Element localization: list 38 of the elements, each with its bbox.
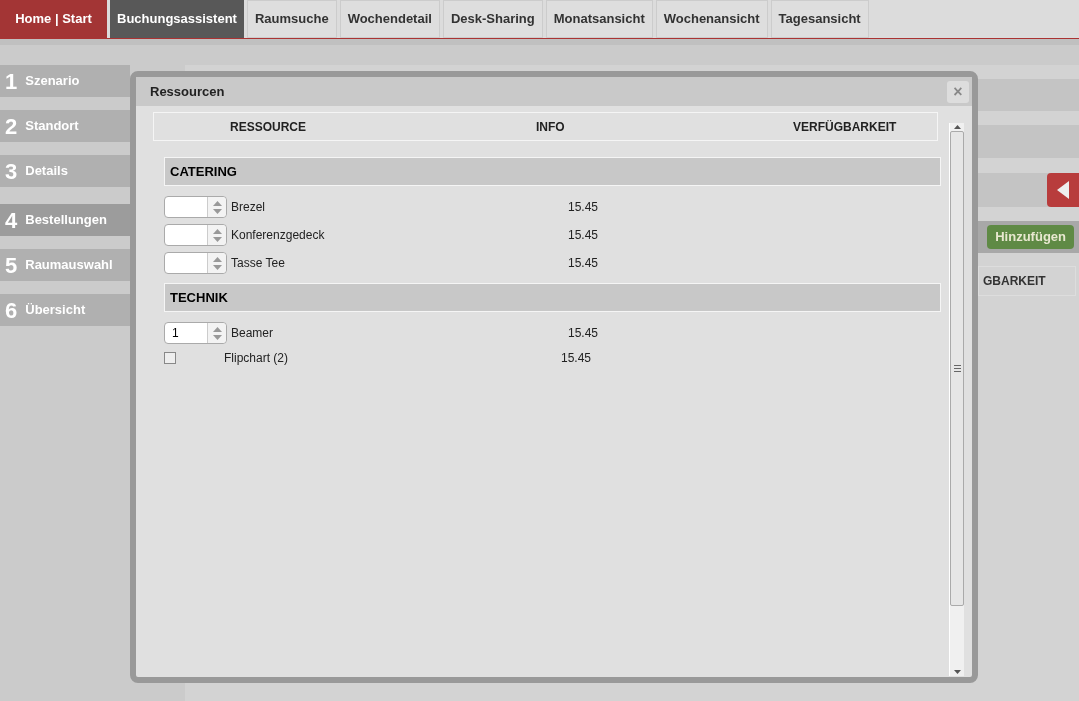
nav-tab[interactable]: Buchungsassistent bbox=[110, 0, 244, 38]
down-arrow-icon[interactable] bbox=[953, 668, 961, 676]
resource-info: 15.45 bbox=[568, 325, 599, 342]
number-spinner[interactable] bbox=[164, 196, 227, 218]
nav-tab[interactable]: Wochenansicht bbox=[655, 0, 768, 38]
column-header: GBARKEIT bbox=[983, 273, 1046, 290]
back-button[interactable] bbox=[1047, 173, 1079, 207]
number-spinner[interactable] bbox=[164, 252, 227, 274]
resource-name: Konferenzgedeck bbox=[231, 227, 326, 244]
up-arrow-icon[interactable] bbox=[953, 123, 961, 131]
quantity-field[interactable]: 1 bbox=[165, 323, 207, 343]
column-header: VERFÜGBARKEIT bbox=[793, 118, 897, 136]
group-title: CATERING bbox=[170, 162, 237, 181]
nav-tab[interactable]: Wochendetail bbox=[339, 0, 440, 38]
number-spinner[interactable]: 1 bbox=[164, 322, 227, 344]
resource-name: Beamer bbox=[231, 325, 275, 342]
dialog-title: Ressourcen bbox=[150, 82, 225, 101]
group-title: TECHNIK bbox=[170, 288, 228, 307]
nav-tab[interactable]: Monatsansicht bbox=[545, 0, 653, 38]
nav-tab[interactable]: Tagesansicht bbox=[770, 0, 869, 38]
resource-name: Flipchart (2) bbox=[224, 350, 289, 367]
number-spinner[interactable] bbox=[164, 224, 227, 246]
left-triangle-icon bbox=[1057, 181, 1069, 199]
nav-tab[interactable]: Desk-Sharing bbox=[442, 0, 543, 38]
home-tab[interactable]: Home | Start bbox=[0, 0, 107, 38]
resource-info: 15.45 bbox=[568, 199, 599, 216]
resource-name: Brezel bbox=[231, 199, 266, 216]
nav-tab[interactable]: Raumsuche bbox=[246, 0, 337, 38]
column-header: RESSOURCE bbox=[230, 118, 307, 136]
checkbox[interactable] bbox=[164, 352, 176, 364]
column-header: INFO bbox=[536, 118, 566, 136]
resource-info: 15.45 bbox=[568, 255, 599, 272]
resource-name: Tasse Tee bbox=[231, 255, 286, 272]
resource-info: 15.45 bbox=[568, 227, 599, 244]
resource-info: 15.45 bbox=[561, 350, 592, 367]
scrollbar[interactable] bbox=[949, 123, 964, 676]
scroll-thumb[interactable] bbox=[950, 131, 964, 606]
grip-icon bbox=[953, 365, 961, 372]
